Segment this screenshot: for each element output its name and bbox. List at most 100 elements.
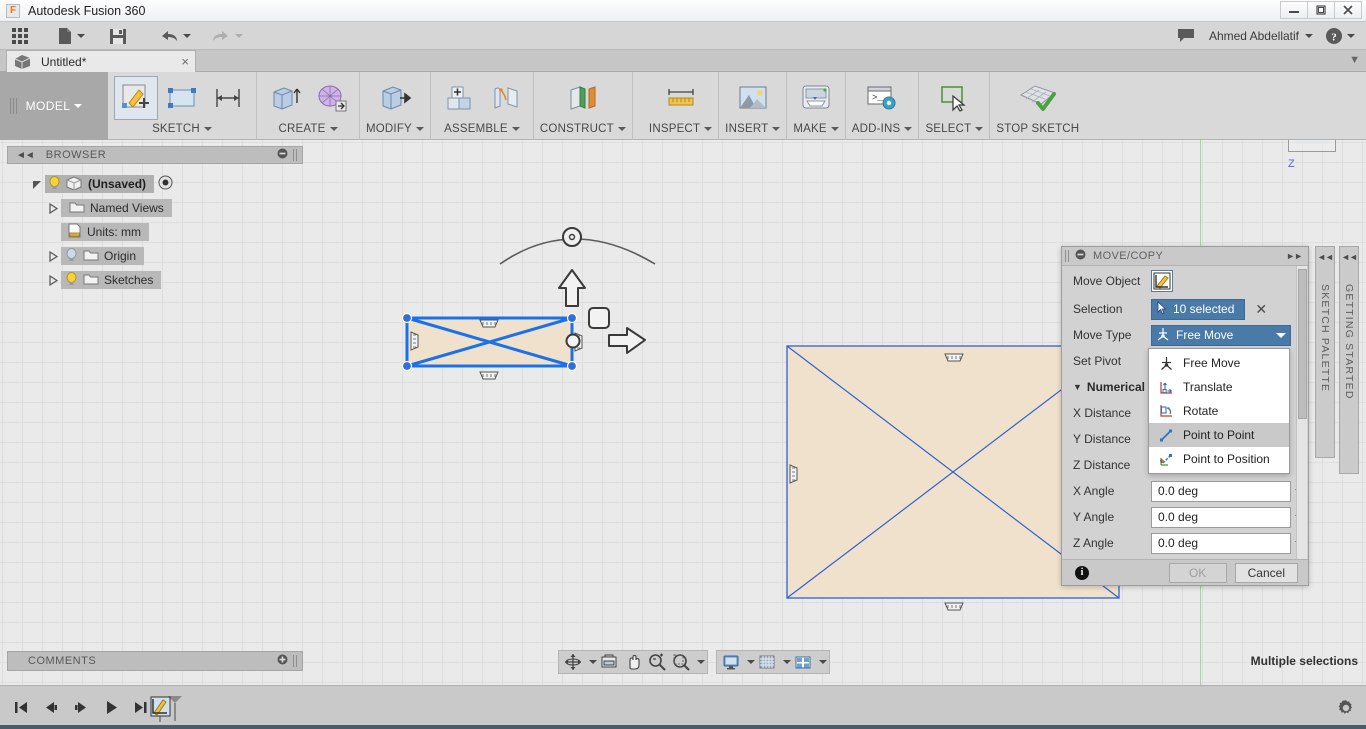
save-icon[interactable]: [104, 22, 132, 50]
clear-selection-icon[interactable]: ✕: [1255, 302, 1267, 316]
display-settings-icon[interactable]: [719, 651, 743, 673]
x-angle-input[interactable]: 0.0 deg: [1151, 480, 1291, 502]
ribbon-panel-label[interactable]: SKETCH: [152, 120, 212, 138]
tree-row-origin[interactable]: Origin: [7, 244, 303, 268]
dropdown-item-point-to-position[interactable]: Point to Position: [1149, 447, 1289, 471]
tree-row-root[interactable]: (Unsaved): [7, 172, 303, 196]
orbit-icon[interactable]: [561, 651, 585, 673]
sketch-object-icon[interactable]: [1151, 270, 1173, 292]
collapse-left-icon[interactable]: ◄◄: [1341, 252, 1358, 262]
tree-row-units[interactable]: Units: mm: [7, 220, 303, 244]
getting-started-panel[interactable]: ◄◄ GETTING STARTED: [1339, 246, 1359, 474]
twisty-collapsed-icon[interactable]: [45, 274, 61, 286]
dimension-icon[interactable]: [206, 76, 250, 120]
stop-sketch-icon[interactable]: [1013, 76, 1063, 120]
select-icon[interactable]: [932, 76, 976, 120]
new-file-icon[interactable]: [52, 22, 90, 50]
press-pull-icon[interactable]: [373, 76, 417, 120]
ribbon-panel-label[interactable]: ASSEMBLE: [444, 120, 520, 138]
measure-icon[interactable]: [659, 76, 703, 120]
tree-row-named-views[interactable]: Named Views: [7, 196, 303, 220]
comment-icon[interactable]: [1172, 22, 1200, 50]
step-back-icon[interactable]: [38, 694, 64, 720]
dropdown-item-point-to-point[interactable]: Point to Point: [1149, 423, 1289, 447]
tabstrip-scroll-right-icon[interactable]: ▼: [1349, 54, 1360, 66]
chevron-down-icon[interactable]: [779, 651, 791, 673]
visibility-bulb-icon[interactable]: [65, 271, 78, 289]
extrude-icon[interactable]: [263, 76, 307, 120]
selection-chip[interactable]: 10 selected: [1151, 298, 1246, 320]
chevron-down-icon[interactable]: [815, 651, 827, 673]
section-expanded-icon[interactable]: ▼: [1073, 382, 1082, 392]
mesh-create-icon[interactable]: [309, 76, 353, 120]
dropdown-item-free-move[interactable]: Free Move: [1149, 351, 1289, 375]
scripts-addins-icon[interactable]: >_: [860, 76, 904, 120]
workspace-selector[interactable]: MODEL: [0, 72, 108, 140]
minimize-circle-icon[interactable]: [277, 148, 288, 162]
restore-icon[interactable]: [1307, 1, 1335, 19]
info-icon[interactable]: i: [1075, 565, 1089, 580]
twisty-collapsed-icon[interactable]: [45, 202, 61, 214]
minimize-icon[interactable]: [1280, 1, 1308, 19]
look-at-icon[interactable]: [597, 651, 621, 673]
y-angle-input[interactable]: 0.0 deg: [1151, 506, 1291, 528]
view-cube-face[interactable]: TOP: [1296, 140, 1328, 144]
user-menu[interactable]: Ahmed Abdellatif: [1202, 22, 1318, 50]
cancel-button[interactable]: Cancel: [1234, 562, 1298, 583]
chevron-down-icon[interactable]: [693, 651, 705, 673]
chevron-down-icon[interactable]: [743, 651, 755, 673]
ribbon-panel-label[interactable]: CREATE: [279, 120, 338, 138]
close-icon[interactable]: ×: [181, 55, 189, 68]
ribbon-panel-label[interactable]: MODIFY: [366, 120, 424, 138]
collapse-left-icon[interactable]: ◄◄: [16, 150, 35, 161]
new-component-icon[interactable]: [437, 76, 481, 120]
panel-grip[interactable]: [293, 149, 299, 161]
twisty-expanded-icon[interactable]: [29, 179, 45, 190]
expand-right-icon[interactable]: ►►: [1286, 251, 1303, 261]
visibility-bulb-icon[interactable]: [48, 175, 61, 193]
close-icon[interactable]: [1334, 1, 1362, 19]
pan-icon[interactable]: [621, 651, 645, 673]
redo-icon[interactable]: [206, 22, 248, 50]
sketch-palette-panel[interactable]: ◄◄ SKETCH PALETTE: [1315, 246, 1335, 458]
ribbon-panel-label[interactable]: INSPECT: [649, 120, 713, 138]
collapse-left-icon[interactable]: ◄◄: [1317, 252, 1334, 262]
offset-plane-icon[interactable]: [561, 76, 605, 120]
z-angle-input[interactable]: 0.0 deg: [1151, 532, 1291, 554]
add-circle-icon[interactable]: [277, 654, 288, 668]
grid-snap-icon[interactable]: [755, 651, 779, 673]
rectangle-icon[interactable]: [160, 76, 204, 120]
tree-row-sketches[interactable]: Sketches: [7, 268, 303, 292]
dialog-header[interactable]: MOVE/COPY ►►: [1062, 247, 1308, 266]
minimize-circle-icon[interactable]: [1075, 249, 1086, 263]
ok-button[interactable]: OK: [1168, 562, 1227, 583]
dropdown-item-translate[interactable]: Translate: [1149, 375, 1289, 399]
3d-print-icon[interactable]: [794, 76, 838, 120]
zoom-window-icon[interactable]: [669, 651, 693, 673]
view-cube[interactable]: TOP: [1288, 140, 1336, 152]
zoom-icon[interactable]: [645, 651, 669, 673]
dropdown-item-rotate[interactable]: Rotate: [1149, 399, 1289, 423]
ribbon-panel-label[interactable]: ADD-INS: [852, 120, 913, 138]
ribbon-panel-label[interactable]: STOP SKETCH: [996, 120, 1079, 138]
timeline-feature-sketch[interactable]: [142, 694, 194, 724]
step-forward-icon[interactable]: [68, 694, 94, 720]
visibility-bulb-icon[interactable]: [65, 247, 78, 265]
joint-icon[interactable]: [483, 76, 527, 120]
panel-grip[interactable]: [293, 655, 299, 667]
insert-image-icon[interactable]: [731, 76, 775, 120]
chevron-down-icon[interactable]: [585, 651, 597, 673]
app-grid-icon[interactable]: [6, 22, 34, 50]
move-type-dropdown[interactable]: Free Move Translate Rotate Point to Poin…: [1148, 348, 1290, 474]
document-tab[interactable]: Untitled* ×: [6, 50, 196, 72]
help-icon[interactable]: ?: [1320, 22, 1360, 50]
ribbon-panel-label[interactable]: SELECT: [925, 120, 984, 138]
play-icon[interactable]: [98, 694, 124, 720]
viewports-icon[interactable]: [791, 651, 815, 673]
comments-panel-header[interactable]: COMMENTS: [7, 651, 303, 671]
ribbon-panel-label[interactable]: CONSTRUCT: [540, 120, 626, 138]
undo-icon[interactable]: [154, 22, 196, 50]
gear-icon[interactable]: [1336, 698, 1356, 721]
twisty-collapsed-icon[interactable]: [45, 250, 61, 262]
dialog-scroll-thumb[interactable]: [1298, 269, 1307, 419]
